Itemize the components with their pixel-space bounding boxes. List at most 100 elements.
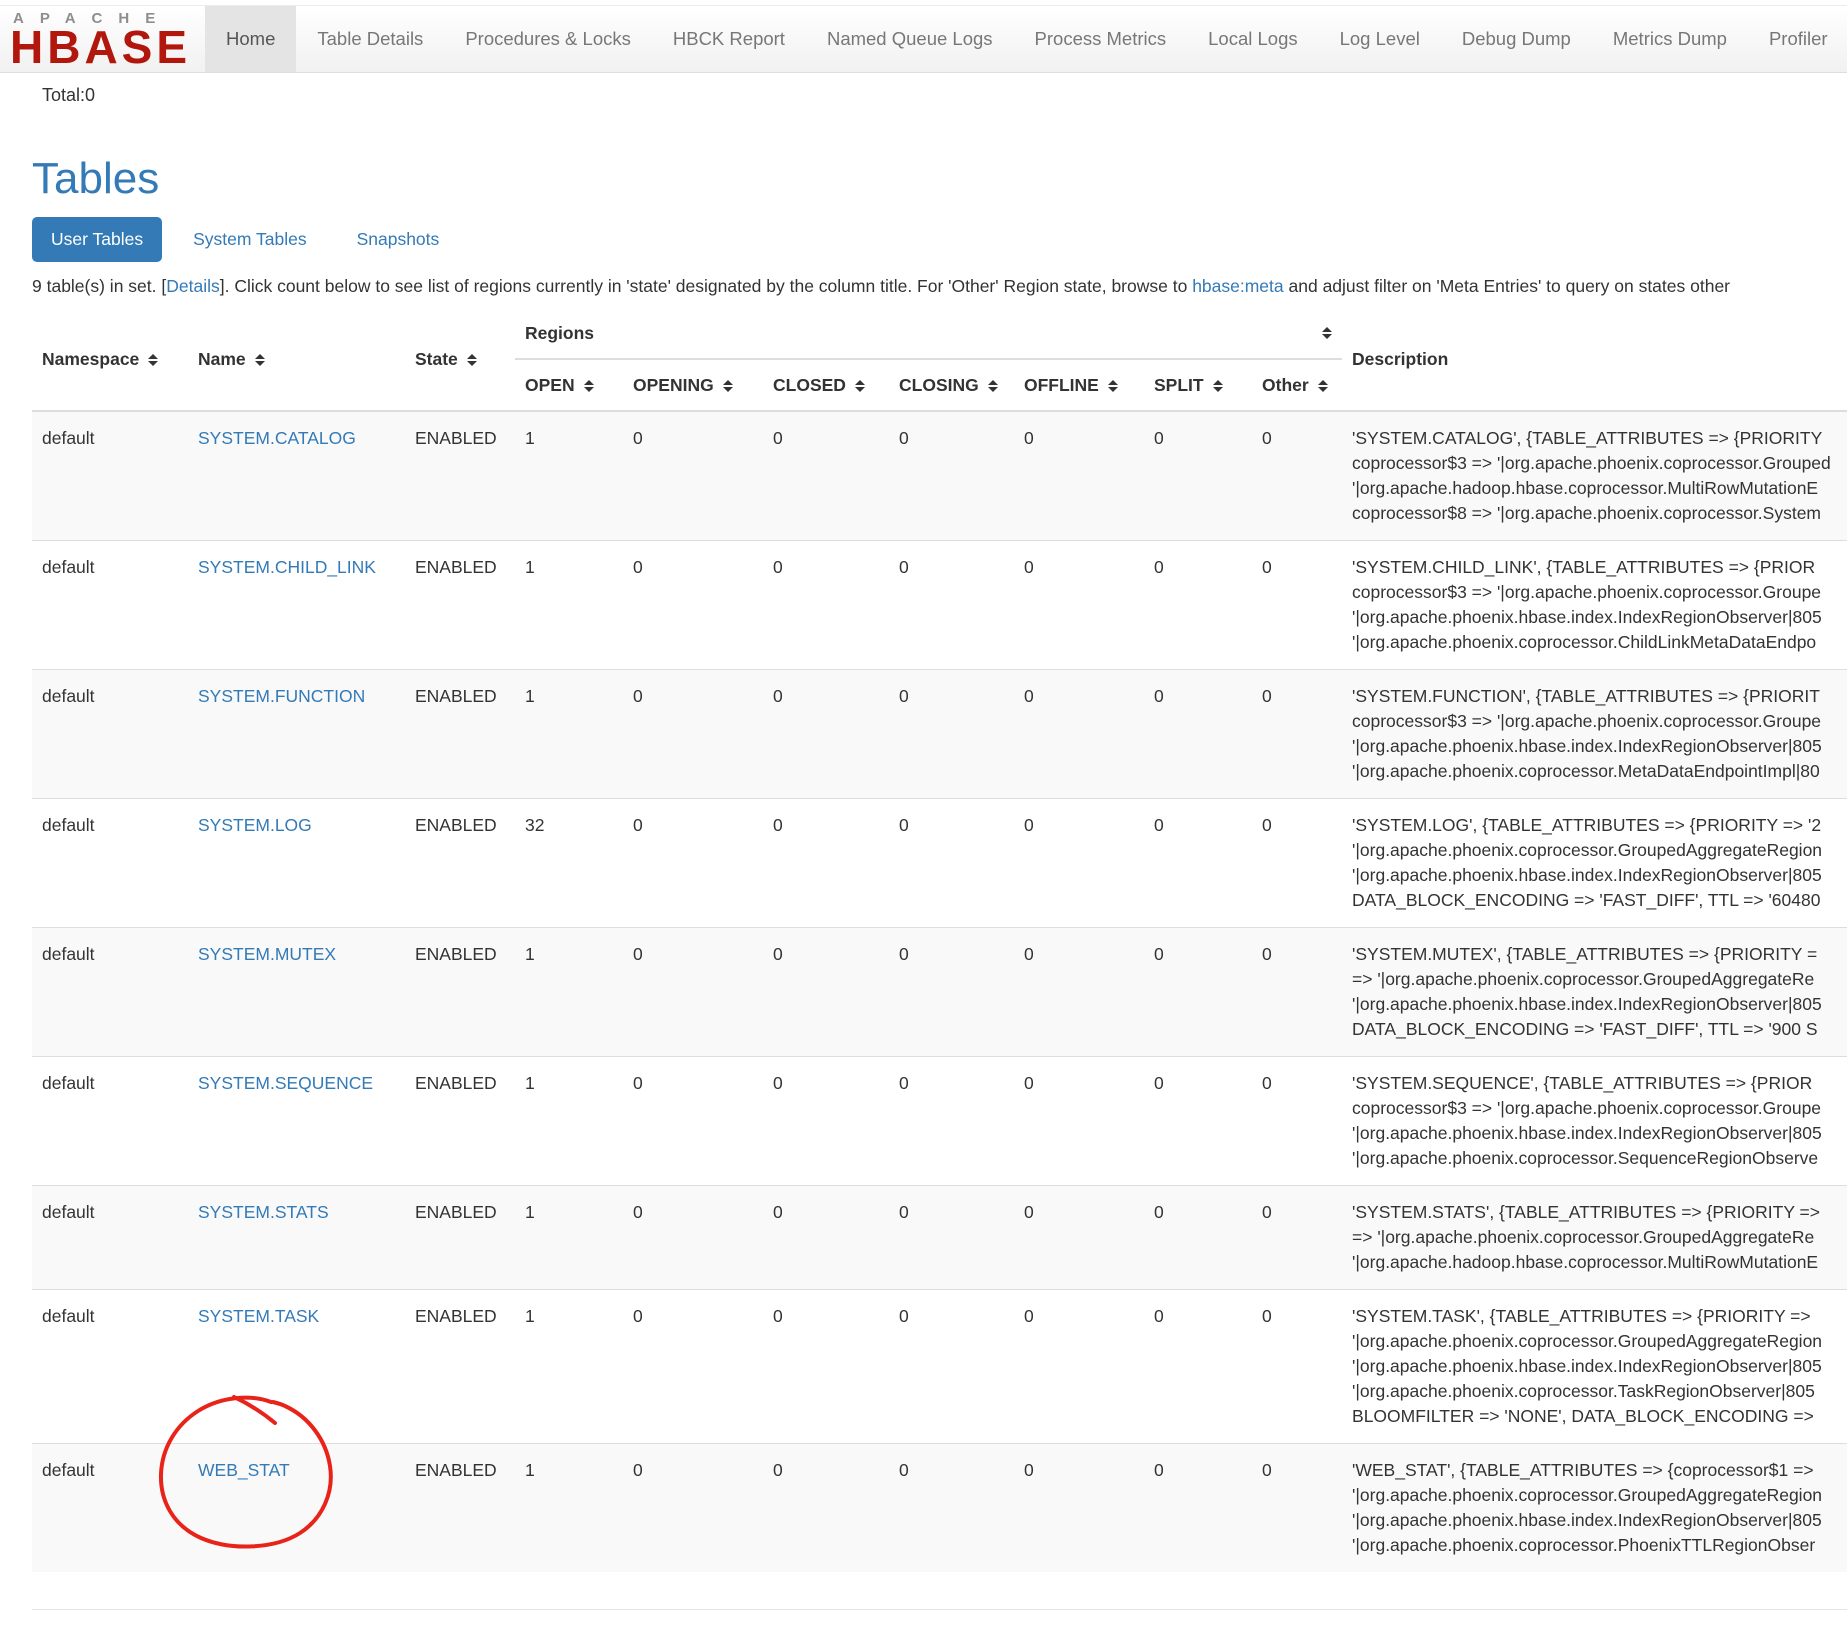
closed-count[interactable]: 0 xyxy=(763,1290,889,1444)
split-count[interactable]: 0 xyxy=(1144,1444,1252,1573)
open-count[interactable]: 32 xyxy=(515,799,623,928)
header-state[interactable]: State xyxy=(405,308,515,411)
closing-count[interactable]: 0 xyxy=(889,1186,1014,1290)
other-count[interactable]: 0 xyxy=(1252,799,1342,928)
offline-count[interactable]: 0 xyxy=(1014,1057,1144,1186)
closed-count[interactable]: 0 xyxy=(763,670,889,799)
other-count[interactable]: 0 xyxy=(1252,670,1342,799)
sort-icon[interactable] xyxy=(1318,380,1328,392)
opening-count[interactable]: 0 xyxy=(623,1186,763,1290)
nav-item-process-metrics[interactable]: Process Metrics xyxy=(1014,6,1188,72)
header-closed[interactable]: CLOSED xyxy=(763,359,889,411)
open-count[interactable]: 1 xyxy=(515,928,623,1057)
table-name-link[interactable]: SYSTEM.LOG xyxy=(198,815,312,835)
closed-count[interactable]: 0 xyxy=(763,928,889,1057)
sort-icon[interactable] xyxy=(467,354,477,366)
nav-item-debug-dump[interactable]: Debug Dump xyxy=(1441,6,1592,72)
header-open[interactable]: OPEN xyxy=(515,359,623,411)
table-name-link[interactable]: SYSTEM.SEQUENCE xyxy=(198,1073,373,1093)
closed-count[interactable]: 0 xyxy=(763,541,889,670)
split-count[interactable]: 0 xyxy=(1144,670,1252,799)
sort-icon[interactable] xyxy=(988,380,998,392)
table-name-link[interactable]: SYSTEM.STATS xyxy=(198,1202,329,1222)
nav-item-home[interactable]: Home xyxy=(205,6,296,72)
split-count[interactable]: 0 xyxy=(1144,1186,1252,1290)
hbase-logo[interactable]: APACHE HBASE xyxy=(0,6,205,72)
opening-count[interactable]: 0 xyxy=(623,670,763,799)
table-name-link[interactable]: SYSTEM.FUNCTION xyxy=(198,686,365,706)
sort-icon[interactable] xyxy=(723,380,733,392)
offline-count[interactable]: 0 xyxy=(1014,411,1144,541)
split-count[interactable]: 0 xyxy=(1144,1290,1252,1444)
closed-count[interactable]: 0 xyxy=(763,799,889,928)
split-count[interactable]: 0 xyxy=(1144,541,1252,670)
other-count[interactable]: 0 xyxy=(1252,1444,1342,1573)
closing-count[interactable]: 0 xyxy=(889,670,1014,799)
sort-icon[interactable] xyxy=(1322,327,1332,339)
sort-icon[interactable] xyxy=(1213,380,1223,392)
tab-snapshots[interactable]: Snapshots xyxy=(338,217,459,262)
hbase-meta-link[interactable]: hbase:meta xyxy=(1192,276,1283,296)
sort-icon[interactable] xyxy=(148,354,158,366)
open-count[interactable]: 1 xyxy=(515,541,623,670)
split-count[interactable]: 0 xyxy=(1144,1057,1252,1186)
details-link[interactable]: Details xyxy=(166,276,220,296)
nav-item-metrics-dump[interactable]: Metrics Dump xyxy=(1592,6,1748,72)
nav-item-profiler[interactable]: Profiler xyxy=(1748,6,1847,72)
header-regions-group[interactable]: Regions xyxy=(515,308,1342,359)
offline-count[interactable]: 0 xyxy=(1014,670,1144,799)
table-name-link[interactable]: WEB_STAT xyxy=(198,1460,290,1480)
closing-count[interactable]: 0 xyxy=(889,1290,1014,1444)
table-name-link[interactable]: SYSTEM.TASK xyxy=(198,1306,319,1326)
header-offline[interactable]: OFFLINE xyxy=(1014,359,1144,411)
opening-count[interactable]: 0 xyxy=(623,411,763,541)
table-name-link[interactable]: SYSTEM.CHILD_LINK xyxy=(198,557,376,577)
offline-count[interactable]: 0 xyxy=(1014,1186,1144,1290)
other-count[interactable]: 0 xyxy=(1252,928,1342,1057)
nav-item-log-level[interactable]: Log Level xyxy=(1319,6,1441,72)
open-count[interactable]: 1 xyxy=(515,411,623,541)
other-count[interactable]: 0 xyxy=(1252,1186,1342,1290)
open-count[interactable]: 1 xyxy=(515,1186,623,1290)
open-count[interactable]: 1 xyxy=(515,1057,623,1186)
closed-count[interactable]: 0 xyxy=(763,1057,889,1186)
nav-item-hbck-report[interactable]: HBCK Report xyxy=(652,6,806,72)
sort-icon[interactable] xyxy=(584,380,594,392)
sort-icon[interactable] xyxy=(1108,380,1118,392)
closing-count[interactable]: 0 xyxy=(889,1444,1014,1573)
opening-count[interactable]: 0 xyxy=(623,1057,763,1186)
header-closing[interactable]: CLOSING xyxy=(889,359,1014,411)
other-count[interactable]: 0 xyxy=(1252,411,1342,541)
closing-count[interactable]: 0 xyxy=(889,799,1014,928)
split-count[interactable]: 0 xyxy=(1144,799,1252,928)
offline-count[interactable]: 0 xyxy=(1014,1290,1144,1444)
header-other[interactable]: Other xyxy=(1252,359,1342,411)
nav-item-named-queue-logs[interactable]: Named Queue Logs xyxy=(806,6,1014,72)
header-split[interactable]: SPLIT xyxy=(1144,359,1252,411)
opening-count[interactable]: 0 xyxy=(623,928,763,1057)
nav-item-local-logs[interactable]: Local Logs xyxy=(1187,6,1318,72)
table-name-link[interactable]: SYSTEM.CATALOG xyxy=(198,428,356,448)
header-opening[interactable]: OPENING xyxy=(623,359,763,411)
offline-count[interactable]: 0 xyxy=(1014,928,1144,1057)
offline-count[interactable]: 0 xyxy=(1014,799,1144,928)
header-namespace[interactable]: Namespace xyxy=(32,308,188,411)
closing-count[interactable]: 0 xyxy=(889,541,1014,670)
offline-count[interactable]: 0 xyxy=(1014,1444,1144,1573)
opening-count[interactable]: 0 xyxy=(623,1290,763,1444)
open-count[interactable]: 1 xyxy=(515,670,623,799)
open-count[interactable]: 1 xyxy=(515,1444,623,1573)
closed-count[interactable]: 0 xyxy=(763,1444,889,1573)
sort-icon[interactable] xyxy=(255,354,265,366)
opening-count[interactable]: 0 xyxy=(623,541,763,670)
split-count[interactable]: 0 xyxy=(1144,928,1252,1057)
split-count[interactable]: 0 xyxy=(1144,411,1252,541)
closing-count[interactable]: 0 xyxy=(889,1057,1014,1186)
nav-item-procedures-locks[interactable]: Procedures & Locks xyxy=(444,6,652,72)
tab-system-tables[interactable]: System Tables xyxy=(174,217,325,262)
closed-count[interactable]: 0 xyxy=(763,1186,889,1290)
tab-user-tables[interactable]: User Tables xyxy=(32,217,162,262)
offline-count[interactable]: 0 xyxy=(1014,541,1144,670)
other-count[interactable]: 0 xyxy=(1252,1290,1342,1444)
nav-item-table-details[interactable]: Table Details xyxy=(296,6,444,72)
